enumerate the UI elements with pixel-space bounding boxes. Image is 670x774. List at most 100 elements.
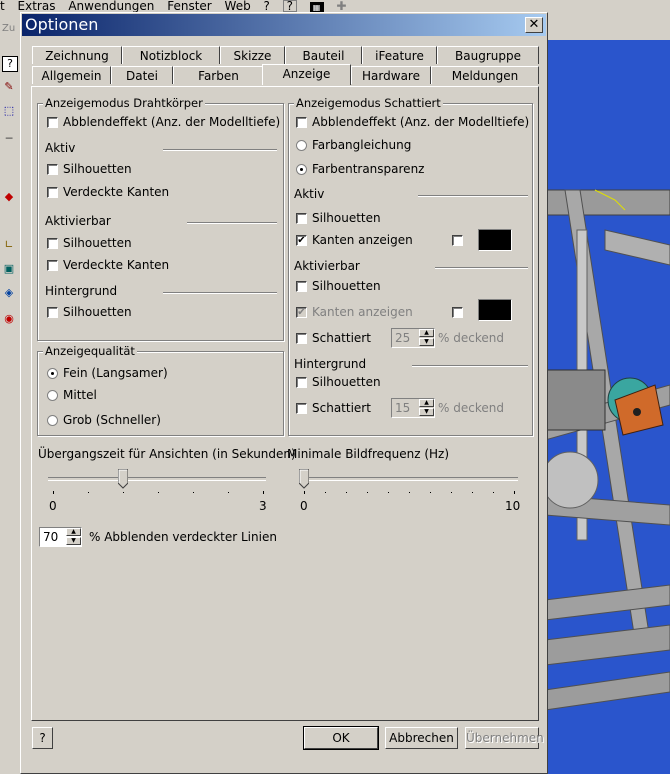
color-transparency-radio[interactable] xyxy=(296,164,307,175)
transition-slider-track[interactable] xyxy=(48,477,266,481)
cube-icon[interactable]: ◈ xyxy=(2,286,16,300)
quality-fine-radio[interactable] xyxy=(47,368,58,379)
framerate-slider-track[interactable] xyxy=(301,477,518,481)
activatable-opacity-spinner[interactable]: 25 ▲ ▼ xyxy=(391,328,435,348)
tab-zeichnung[interactable]: Zeichnung xyxy=(32,46,122,64)
shaded-activatable-heading: Aktivierbar xyxy=(294,259,360,273)
menu-item-anwendungen[interactable]: Anwendungen xyxy=(68,0,154,12)
separator xyxy=(418,195,528,197)
shaded-activatable-silhouettes-checkbox[interactable] xyxy=(296,281,307,292)
whats-this-icon[interactable]: ? xyxy=(282,0,297,12)
help-button[interactable]: ? xyxy=(32,727,53,749)
menu-item-partial[interactable]: t xyxy=(0,0,5,12)
pencil-icon[interactable]: ✎ xyxy=(2,80,16,94)
plus-icon[interactable]: ✚ xyxy=(336,0,346,12)
shaded-background-heading: Hintergrund xyxy=(294,357,367,371)
wire-active-heading: Aktiv xyxy=(45,141,76,155)
shaded-active-silhouettes-checkbox[interactable] xyxy=(296,213,307,224)
tab-baugruppe[interactable]: Baugruppe xyxy=(437,46,539,64)
wire-activatable-heading: Aktivierbar xyxy=(45,214,111,228)
cad-model-drawing xyxy=(545,40,670,774)
wire-background-silhouettes-checkbox[interactable] xyxy=(47,307,58,318)
shaded-activatable-edges-checkbox[interactable]: ✔ xyxy=(296,307,307,318)
shaded-active-silhouettes-label: Silhouetten xyxy=(312,211,381,225)
wire-activatable-silhouettes-checkbox[interactable] xyxy=(47,238,58,249)
tab-ifeature[interactable]: iFeature xyxy=(362,46,437,64)
slider-tick xyxy=(346,492,347,493)
activatable-edge-color-swatch[interactable] xyxy=(478,299,512,321)
spin-down-icon[interactable]: ▼ xyxy=(419,408,434,416)
tab-skizze[interactable]: Skizze xyxy=(220,46,285,64)
dialog-titlebar[interactable]: Optionen ✕ xyxy=(22,14,546,36)
help-tool-icon[interactable]: ? xyxy=(2,56,18,72)
diamond-icon[interactable]: ◆ xyxy=(2,190,16,204)
slider-tick xyxy=(367,492,368,493)
shaded-activatable-silhouettes-label: Silhouetten xyxy=(312,279,381,293)
slider-tick xyxy=(123,492,124,493)
shaded-active-edge-color-checkbox[interactable] xyxy=(452,235,463,246)
quality-coarse-radio[interactable] xyxy=(47,415,58,426)
tab-notizblock[interactable]: Notizblock xyxy=(122,46,220,64)
shaded-background-silhouettes-checkbox[interactable] xyxy=(296,377,307,388)
apply-button-label: Übernehmen xyxy=(466,731,544,745)
line-icon[interactable]: ─ xyxy=(2,132,16,146)
tab-anzeige[interactable]: Anzeige xyxy=(262,64,351,85)
slider-tick xyxy=(263,491,264,494)
transition-slider-thumb[interactable] xyxy=(118,469,128,489)
close-icon[interactable]: ✕ xyxy=(525,17,543,33)
menu-item-help[interactable]: ? xyxy=(264,0,270,12)
shaded-dimming-checkbox[interactable] xyxy=(296,117,307,128)
hidden-lines-value: 70 xyxy=(43,530,59,544)
wire-active-hidden-checkbox[interactable] xyxy=(47,187,58,198)
shaded-active-edges-checkbox[interactable]: ✔ xyxy=(296,235,307,246)
left-toolbar: Zu ? ✎ ⬚ ─ ◆ ∟ ▣ ◈ ◉ xyxy=(0,12,21,774)
wire-dimming-checkbox[interactable] xyxy=(47,117,58,128)
cad-viewport[interactable] xyxy=(545,40,670,774)
menu-item-extras[interactable]: Extras xyxy=(18,0,56,12)
framerate-max-label: 10 xyxy=(505,499,521,513)
spin-up-icon[interactable]: ▲ xyxy=(66,528,81,536)
background-opacity-spinner[interactable]: 15 ▲ ▼ xyxy=(391,398,435,418)
shaded-activatable-edge-color-checkbox[interactable] xyxy=(452,307,463,318)
dialog-title: Optionen xyxy=(25,15,99,34)
tab-datei[interactable]: Datei xyxy=(111,66,173,84)
framerate-slider-thumb[interactable] xyxy=(299,469,309,489)
spin-up-icon[interactable]: ▲ xyxy=(419,329,434,337)
active-edge-color-swatch[interactable] xyxy=(478,229,512,251)
shaded-activatable-shaded-checkbox[interactable] xyxy=(296,333,307,344)
wire-background-heading: Hintergrund xyxy=(45,284,118,298)
dimension-icon[interactable]: ⬚ xyxy=(2,104,16,118)
tab-meldungen[interactable]: Meldungen xyxy=(431,66,539,84)
hidden-lines-spinner[interactable]: 70 ▲ ▼ xyxy=(39,527,82,547)
slider-tick xyxy=(430,492,431,493)
ok-button[interactable]: OK xyxy=(303,726,379,750)
part-icon[interactable]: ▣ xyxy=(2,262,16,276)
menu-item-web[interactable]: Web xyxy=(225,0,251,12)
tab-hardware[interactable]: Hardware xyxy=(351,66,431,84)
menu-bar: t Extras Anwendungen Fenster Web ? ? ▦ ✚ xyxy=(0,0,670,12)
spin-up-icon[interactable]: ▲ xyxy=(419,399,434,407)
spin-down-icon[interactable]: ▼ xyxy=(66,537,81,545)
color-transparency-label: Farbentransparenz xyxy=(312,162,425,176)
grid-icon[interactable]: ▦ xyxy=(309,2,324,12)
target-icon[interactable]: ◉ xyxy=(2,312,16,326)
shaded-background-shaded-checkbox[interactable] xyxy=(296,403,307,414)
options-dialog: Optionen ✕ Zeichnung Notizblock Skizze B… xyxy=(20,12,548,774)
shaded-active-heading: Aktiv xyxy=(294,187,325,201)
angle-icon[interactable]: ∟ xyxy=(2,238,16,252)
shaded-activatable-edges-label: Kanten anzeigen xyxy=(312,305,413,319)
menu-item-fenster[interactable]: Fenster xyxy=(167,0,212,12)
tab-allgemein[interactable]: Allgemein xyxy=(32,66,111,84)
cancel-button[interactable]: Abbrechen xyxy=(385,727,458,749)
framerate-slider-label: Minimale Bildfrequenz (Hz) xyxy=(287,447,450,461)
wire-active-silhouettes-checkbox[interactable] xyxy=(47,164,58,175)
wireframe-group-title: Anzeigemodus Drahtkörper xyxy=(43,96,205,110)
tab-bauteil[interactable]: Bauteil xyxy=(285,46,362,64)
framerate-min-label: 0 xyxy=(300,499,308,513)
quality-medium-radio[interactable] xyxy=(47,390,58,401)
spin-down-icon[interactable]: ▼ xyxy=(419,338,434,346)
tab-farben[interactable]: Farben xyxy=(173,66,264,84)
wire-activatable-hidden-checkbox[interactable] xyxy=(47,260,58,271)
apply-button[interactable]: Übernehmen xyxy=(465,727,544,749)
color-fade-radio[interactable] xyxy=(296,140,307,151)
